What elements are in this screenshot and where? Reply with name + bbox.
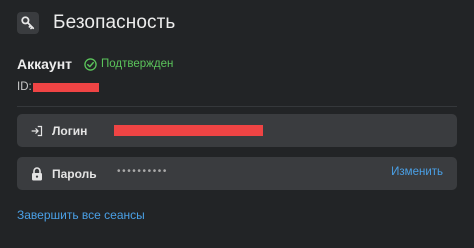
login-value-redaction [114, 125, 263, 136]
account-id-redaction [32, 82, 99, 92]
page-title: Безопасность [53, 12, 176, 33]
lock-icon [31, 166, 43, 181]
login-icon [31, 124, 43, 138]
login-field: Логин [17, 114, 457, 147]
key-icon [17, 12, 39, 34]
verified-status-text: Подтвержден [101, 58, 174, 70]
section-divider [17, 106, 457, 107]
check-circle-icon [84, 57, 97, 71]
account-id-row: ID: [17, 80, 99, 94]
login-field-label: Логин [52, 123, 88, 138]
change-password-link[interactable]: Изменить [391, 166, 443, 178]
password-field-label: Пароль [52, 166, 97, 181]
password-field: Пароль •••••••••• Изменить [17, 157, 457, 190]
end-all-sessions-link[interactable]: Завершить все сеансы [17, 208, 145, 222]
security-settings-panel: Безопасность Аккаунт Подтвержден ID: Лог… [0, 0, 474, 248]
account-section-header: Аккаунт Подтвержден [17, 55, 173, 73]
account-label: Аккаунт [17, 56, 73, 72]
verified-status: Подтвержден [84, 57, 174, 71]
account-id-label: ID: [17, 81, 32, 93]
password-masked-value: •••••••••• [117, 166, 169, 177]
page-header: Безопасность [17, 10, 175, 36]
